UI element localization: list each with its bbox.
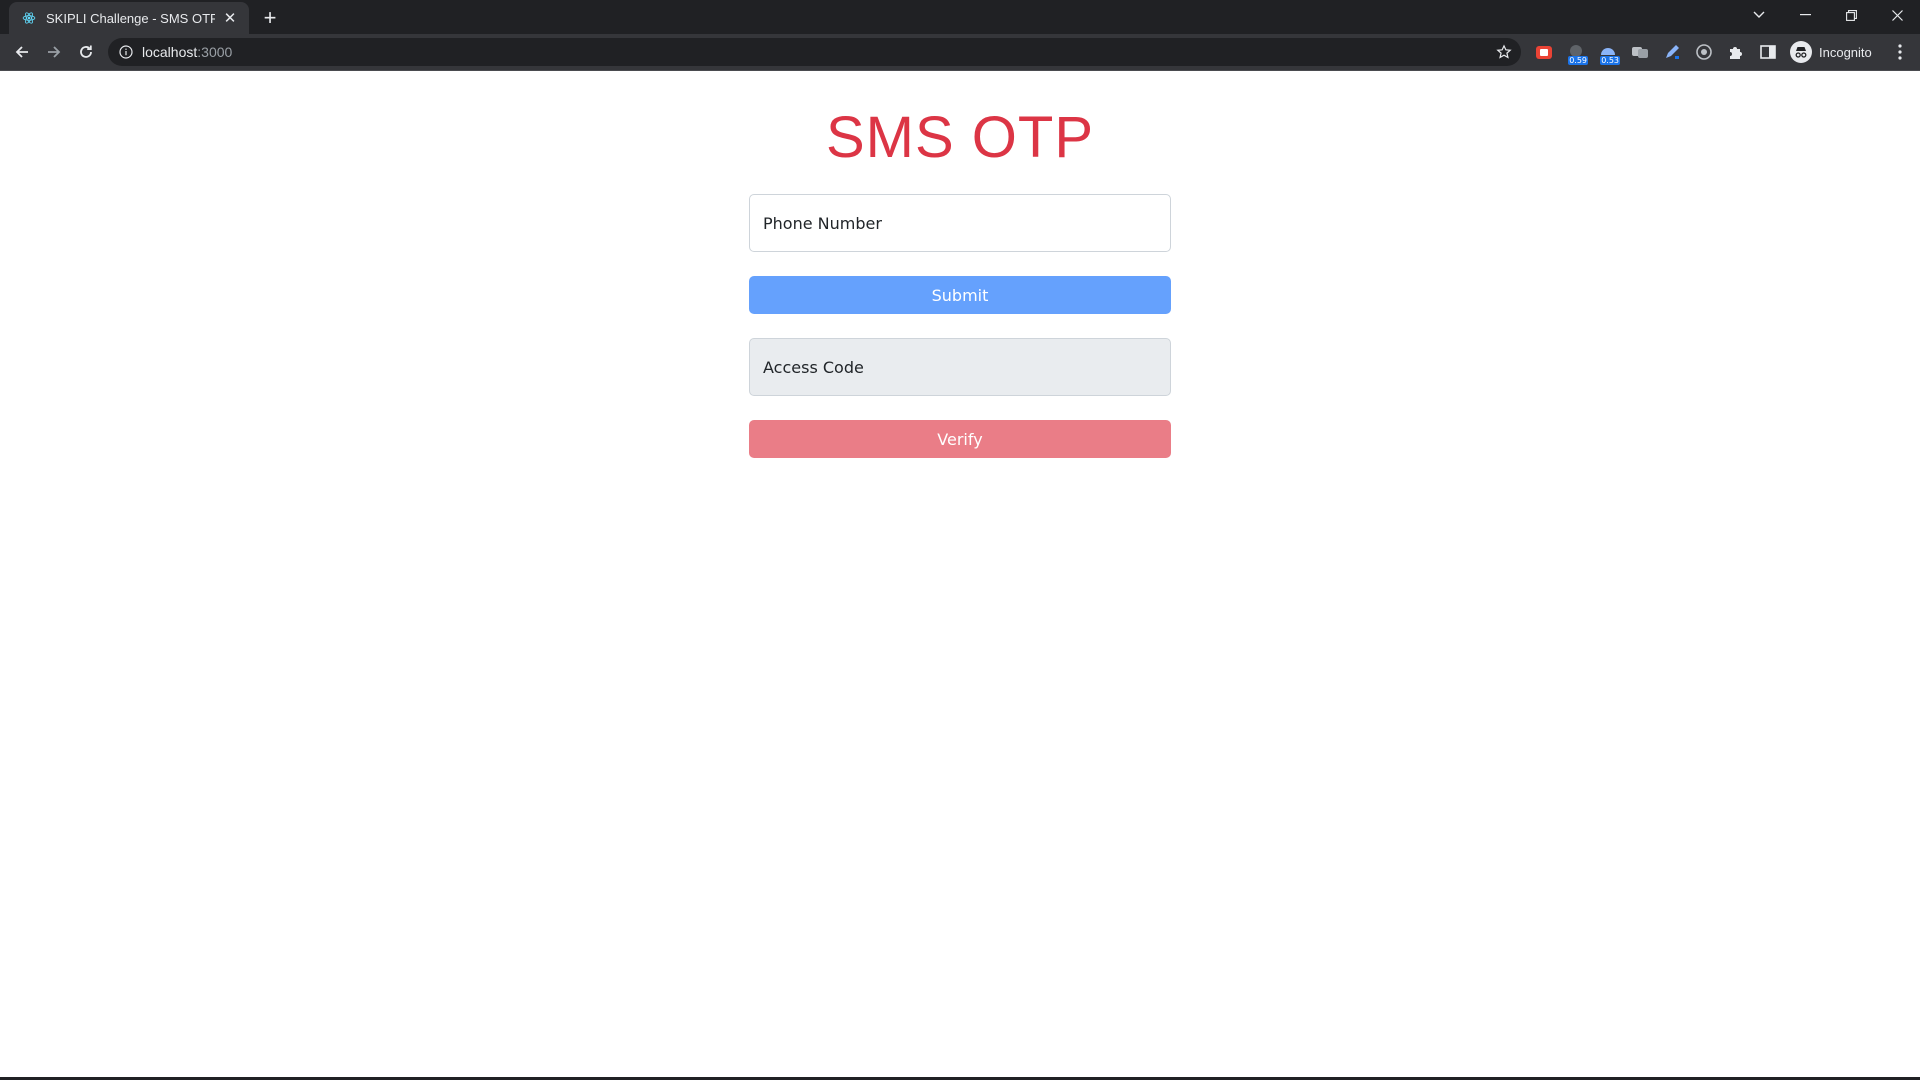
address-bar[interactable]: localhost:3000 [108, 38, 1521, 66]
forward-icon[interactable] [40, 38, 68, 66]
puzzle-icon[interactable] [1726, 42, 1746, 62]
extension-translate-icon[interactable] [1630, 42, 1650, 62]
tab-strip: SKIPLI Challenge - SMS OTP APP ✕ + [0, 0, 1920, 34]
side-panel-icon[interactable] [1758, 42, 1778, 62]
phone-number-input[interactable] [749, 194, 1171, 252]
tab-search-icon[interactable] [1736, 0, 1782, 30]
extension-pen-icon[interactable] [1662, 42, 1682, 62]
restore-icon[interactable] [1828, 0, 1874, 30]
close-window-icon[interactable] [1874, 0, 1920, 30]
extension-badge: 0.53 [1600, 56, 1620, 65]
info-icon[interactable] [118, 44, 134, 60]
react-icon [21, 10, 37, 26]
more-menu-icon[interactable] [1886, 38, 1914, 66]
minimize-icon[interactable] [1782, 0, 1828, 30]
browser-toolbar: localhost:3000 0.59 0.53 Incognito [0, 34, 1920, 71]
browser-tab[interactable]: SKIPLI Challenge - SMS OTP APP ✕ [9, 2, 249, 34]
bookmark-star-icon[interactable] [1495, 43, 1513, 61]
page-title: SMS OTP [825, 105, 1095, 170]
reload-icon[interactable] [72, 38, 100, 66]
url-host: localhost [142, 44, 198, 60]
profile-label: Incognito [1819, 44, 1872, 60]
extension-blue-b-icon[interactable]: 0.53 [1598, 42, 1620, 65]
page-content: SMS OTP Submit Verify [0, 71, 1920, 1077]
verify-button[interactable]: Verify [749, 420, 1171, 458]
close-tab-icon[interactable]: ✕ [221, 9, 239, 27]
submit-button[interactable]: Submit [749, 276, 1171, 314]
new-tab-icon[interactable]: + [258, 5, 282, 30]
url-port: :3000 [197, 44, 233, 60]
extension-blue-a-icon[interactable]: 0.59 [1566, 42, 1588, 65]
back-icon[interactable] [8, 38, 36, 66]
tab-title: SKIPLI Challenge - SMS OTP APP [46, 10, 215, 26]
profile-button[interactable]: Incognito [1786, 38, 1882, 66]
extension-target-icon[interactable] [1694, 42, 1714, 62]
extension-badge: 0.59 [1568, 56, 1588, 65]
extension-red-icon[interactable] [1534, 42, 1554, 62]
incognito-icon [1790, 41, 1812, 63]
access-code-input[interactable] [749, 338, 1171, 396]
url-text: localhost:3000 [142, 44, 232, 60]
